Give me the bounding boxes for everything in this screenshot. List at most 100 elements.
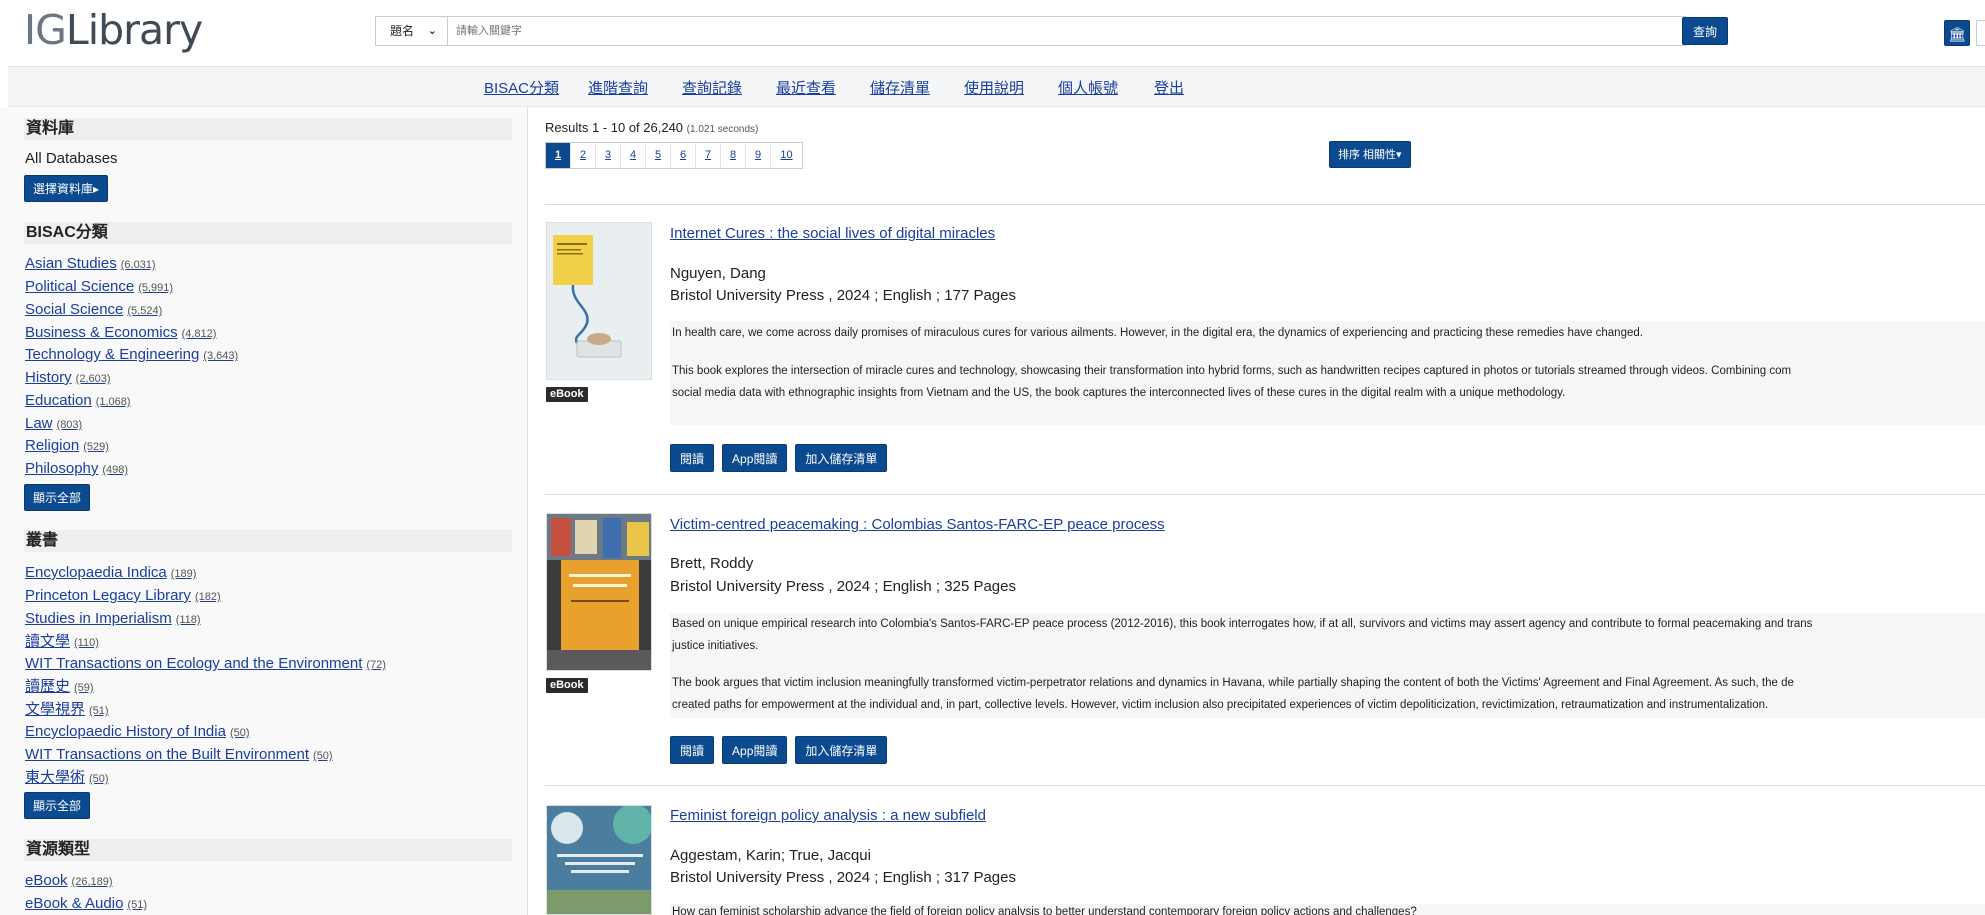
page-link[interactable]: 8 (721, 143, 746, 168)
facet-bisac-item[interactable]: Social Science (5,524) (25, 300, 162, 321)
page-link[interactable]: 6 (671, 143, 696, 168)
page-link[interactable]: 10 (771, 143, 802, 168)
page-link[interactable]: 7 (696, 143, 721, 168)
facet-count: (803) (56, 419, 83, 431)
add-to-list-button[interactable]: 加入儲存清單 (795, 736, 888, 764)
divider (545, 204, 1985, 205)
facet-count: (3,643) (203, 350, 239, 362)
description-paragraph: In health care, we come across daily pro… (672, 327, 1643, 339)
facet-count: (529) (83, 441, 109, 453)
read-button[interactable]: 閱讀 (670, 444, 715, 472)
facet-label: Asian Studies (25, 255, 117, 272)
result-description: Based on unique empirical research into … (670, 613, 1985, 718)
database-heading: 資料庫 (24, 118, 512, 140)
facet-bisac-item[interactable]: Business & Economics (4,812) (25, 323, 216, 344)
facet-series-item[interactable]: Princeton Legacy Library (182) (25, 586, 221, 607)
page-link[interactable]: 5 (646, 143, 671, 168)
page-link[interactable]: 1 (546, 143, 571, 168)
facet-bisac-item[interactable]: Law (803) (25, 414, 82, 435)
result-title[interactable]: Victim-centred peacemaking : Colombias S… (670, 516, 1165, 533)
facet-series-item[interactable]: Encyclopaedia Indica (189) (25, 563, 196, 584)
facet-bisac-item[interactable]: Technology & Engineering (3,643) (25, 345, 238, 366)
result-publication: Bristol University Press , 2024 ; Englis… (670, 578, 1016, 595)
resource-type-heading: 資源類型 (24, 839, 512, 861)
result-author: Brett, Roddy (670, 555, 754, 572)
logo-main: Library (65, 6, 203, 54)
facet-bisac-item[interactable]: Philosophy (498) (25, 459, 128, 480)
facet-count: (1,068) (95, 396, 131, 408)
facet-type-item[interactable]: eBook & Audio (51) (25, 894, 147, 915)
facet-series-item[interactable]: Encyclopaedic History of India (50) (25, 722, 250, 743)
facet-label: eBook & Audio (25, 895, 124, 912)
facet-label: Law (25, 415, 53, 432)
page-link[interactable]: 2 (571, 143, 596, 168)
ebook-badge: eBook (546, 678, 588, 693)
nav-bisac[interactable]: BISAC分類 (484, 77, 559, 98)
facet-label: 讀文學 (25, 633, 71, 650)
nav-search-history[interactable]: 查詢記錄 (682, 77, 742, 98)
facet-series-item[interactable]: 讀歷史 (59) (25, 677, 94, 698)
facet-series-item[interactable]: 文學視界 (51) (25, 700, 109, 721)
facet-series-item[interactable]: 讀文學 (110) (25, 632, 99, 653)
facet-series-item[interactable]: WIT Transactions on Ecology and the Envi… (25, 654, 386, 675)
nav-help[interactable]: 使用說明 (964, 77, 1024, 98)
facet-bisac-item[interactable]: Political Science (5,991) (25, 277, 173, 298)
result-author: Nguyen, Dang (670, 265, 766, 282)
facet-label: Social Science (25, 301, 124, 318)
facet-label: WIT Transactions on Ecology and the Envi… (25, 655, 363, 672)
facet-series-item[interactable]: WIT Transactions on the Built Environmen… (25, 745, 333, 766)
facet-type-item[interactable]: eBook (26,189) (25, 871, 113, 892)
read-button[interactable]: 閱讀 (670, 736, 715, 764)
select-database-button[interactable]: 選擇資料庫▸ (24, 175, 109, 202)
facet-count: (5,524) (127, 305, 163, 317)
page-link[interactable]: 3 (596, 143, 621, 168)
add-to-list-button[interactable]: 加入儲存清單 (795, 444, 888, 472)
description-paragraph: How can feminist scholarship advance the… (672, 906, 1417, 915)
book-cover[interactable] (546, 805, 652, 915)
facet-label: Princeton Legacy Library (25, 587, 191, 604)
nav-logout[interactable]: 登出 (1154, 77, 1184, 98)
facet-bisac-item[interactable]: Asian Studies (6,031) (25, 254, 156, 275)
nav-saved-list[interactable]: 儲存清單 (870, 77, 930, 98)
result-publication: Bristol University Press , 2024 ; Englis… (670, 287, 1016, 304)
facet-bisac-item[interactable]: Education (1,068) (25, 391, 131, 412)
search-type-label: 題名 (390, 24, 415, 38)
facet-count: (51) (89, 705, 109, 717)
show-all-bisac-button[interactable]: 顯示全部 (24, 484, 91, 511)
logo[interactable]: IGLibrary (24, 6, 203, 54)
show-all-series-button[interactable]: 顯示全部 (24, 792, 91, 819)
bank-icon[interactable]: 🏛 (1944, 20, 1970, 46)
book-cover[interactable] (546, 513, 652, 671)
search-type-select[interactable]: 題名 ⌄ (376, 17, 448, 45)
result-description: How can feminist scholarship advance the… (670, 904, 1985, 915)
nav-advanced-search[interactable]: 進階查詢 (588, 77, 648, 98)
series-heading: 叢書 (24, 530, 512, 552)
description-paragraph: justice initiatives. (672, 640, 759, 652)
facet-label: 讀歷史 (25, 678, 71, 695)
facet-bisac-item[interactable]: Religion (529) (25, 436, 109, 457)
sort-dropdown[interactable]: 排序 相關性▾ (1329, 141, 1411, 168)
facet-series-item[interactable]: 東大學術 (50) (25, 768, 109, 789)
result-title[interactable]: Feminist foreign policy analysis : a new… (670, 807, 986, 824)
description-paragraph: social media data with ethnographic insi… (672, 387, 1566, 399)
library-select[interactable] (1976, 20, 1985, 46)
facet-count: (59) (74, 682, 94, 694)
database-value: All Databases (25, 150, 118, 167)
nav-recently-viewed[interactable]: 最近查看 (776, 77, 836, 98)
facet-series-item[interactable]: Studies in Imperialism (118) (25, 609, 201, 630)
result-title[interactable]: Internet Cures : the social lives of dig… (670, 225, 995, 242)
search-button[interactable]: 查詢 (1682, 17, 1729, 45)
facet-count: (51) (127, 899, 147, 911)
nav-account[interactable]: 個人帳號 (1058, 77, 1118, 98)
results-count: Results 1 - 10 of 26,240 (1.021 seconds) (545, 120, 758, 135)
facet-bisac-item[interactable]: History (2,603) (25, 368, 111, 389)
book-cover[interactable] (546, 222, 652, 380)
app-read-button[interactable]: App閱讀 (722, 444, 788, 472)
facet-label: Philosophy (25, 460, 99, 477)
page-link[interactable]: 9 (746, 143, 771, 168)
search-input[interactable] (456, 17, 1656, 45)
app-read-button[interactable]: App閱讀 (722, 736, 788, 764)
facet-count: (50) (313, 750, 333, 762)
facet-count: (5,991) (138, 282, 174, 294)
page-link[interactable]: 4 (621, 143, 646, 168)
